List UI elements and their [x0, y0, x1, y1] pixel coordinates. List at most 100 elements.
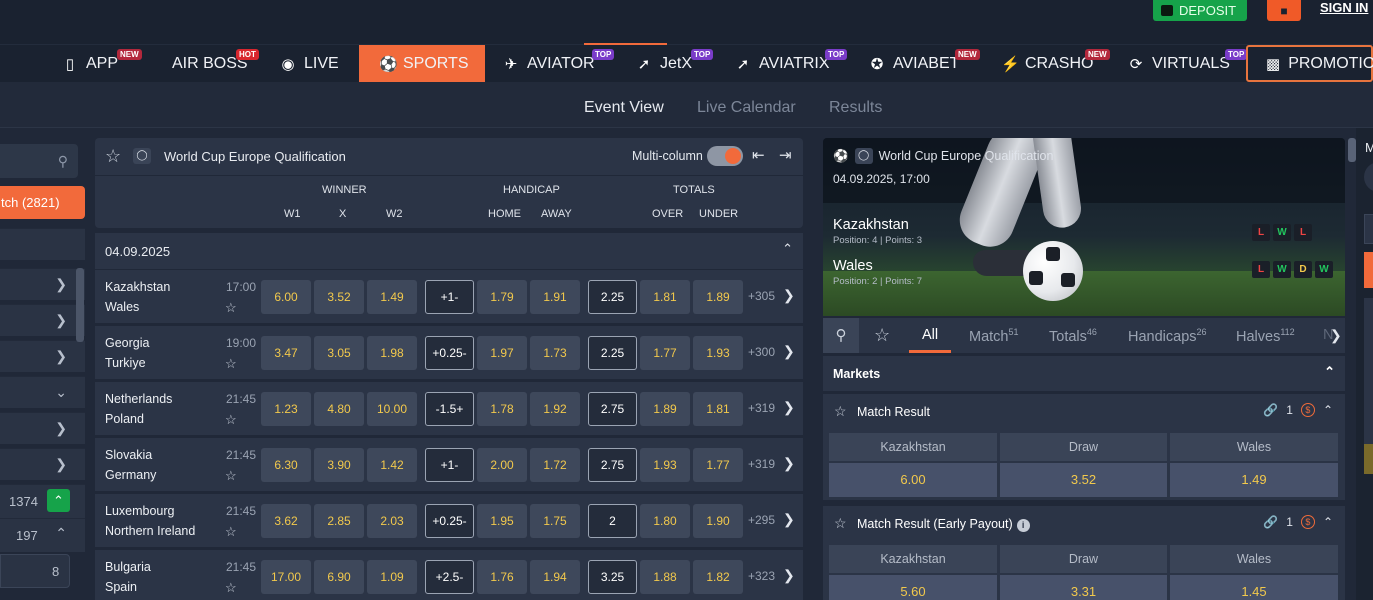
odds-button-home[interactable]: 2.00 [477, 448, 527, 482]
nav-item-aviabet[interactable]: ✪ AVIABET NEW [869, 45, 980, 82]
more-markets-count[interactable]: +319 [748, 401, 775, 415]
odds-button-w1[interactable]: 17.00 [261, 560, 311, 594]
sidebar-match-filter[interactable]: tch (2821) [0, 186, 85, 219]
odds-button-under[interactable]: 1.90 [693, 504, 743, 538]
star-icon[interactable]: ☆ [834, 403, 847, 420]
more-markets-count[interactable]: +323 [748, 569, 775, 583]
gift-button[interactable]: ■ [1267, 0, 1301, 21]
odds-button-home[interactable]: 1.79 [477, 280, 527, 314]
odds-button[interactable]: 3.52 [1000, 463, 1167, 497]
odds-button-home[interactable]: 1.95 [477, 504, 527, 538]
favorite-star-icon[interactable]: ☆ [225, 412, 237, 428]
odds-button-w2[interactable]: 1.42 [367, 448, 417, 482]
nav-item-sports[interactable]: ⚽ SPORTS [359, 45, 485, 82]
chevron-up-icon[interactable]: ⌃ [1323, 403, 1333, 417]
sidebar-item[interactable]: 197 ⌃ [0, 518, 85, 552]
odds-button-x[interactable]: 3.05 [314, 336, 364, 370]
market-tab-match[interactable]: Match51 [969, 327, 1019, 345]
link-icon[interactable]: 🔗 [1263, 515, 1278, 529]
more-markets-count[interactable]: +300 [748, 345, 775, 359]
odds-button-home[interactable]: 1.78 [477, 392, 527, 426]
nav-item-live[interactable]: ◉ LIVE [280, 45, 338, 82]
odds-button-under[interactable]: 1.77 [693, 448, 743, 482]
odds-button-under[interactable]: 1.81 [693, 392, 743, 426]
odds-button-w2[interactable]: 1.09 [367, 560, 417, 594]
info-icon[interactable]: i [1016, 519, 1030, 532]
more-markets-count[interactable]: +305 [748, 289, 775, 303]
collapse-list-icon[interactable]: ⇤ [752, 146, 765, 164]
odds-button-w1[interactable]: 3.47 [261, 336, 311, 370]
favorite-star-icon[interactable]: ☆ [225, 468, 237, 484]
match-row[interactable]: Luxembourg Northern Ireland 21:45 3.62 2.85 2… [95, 494, 803, 547]
odds-button-under[interactable]: 1.82 [693, 560, 743, 594]
expand-list-icon[interactable]: ⇥ [779, 146, 792, 164]
odds-button-under[interactable]: 1.93 [693, 336, 743, 370]
chevron-up-icon[interactable]: ⌃ [47, 489, 70, 512]
odds-button-w1[interactable]: 6.30 [261, 448, 311, 482]
odds-button-over[interactable]: 1.89 [640, 392, 690, 426]
star-icon[interactable]: ☆ [834, 515, 847, 532]
market-tab-totals[interactable]: Totals46 [1049, 327, 1097, 345]
odds-button-x[interactable]: 3.52 [314, 280, 364, 314]
chevron-right-icon[interactable]: ❯ [783, 343, 795, 360]
nav-item-virtuals[interactable]: ⟳ VIRTUALS TOP [1128, 45, 1248, 82]
odds-button-x[interactable]: 2.85 [314, 504, 364, 538]
odds-button-over[interactable]: 1.81 [640, 280, 690, 314]
nav-item-app[interactable]: ▯ APP NEW [62, 45, 142, 82]
odds-button-x[interactable]: 3.90 [314, 448, 364, 482]
sidebar-item[interactable]: ❯ [0, 412, 85, 444]
tab-live-calendar[interactable]: Live Calendar [697, 99, 796, 117]
odds-button-x[interactable]: 4.80 [314, 392, 364, 426]
match-row[interactable]: Bulgaria Spain 21:45 17.00 6.90 1.09 +2.5- 1.76… [95, 550, 803, 600]
nav-item-promotions[interactable]: ▩ PROMOTIO [1246, 45, 1373, 82]
odds-button-w1[interactable]: 1.23 [261, 392, 311, 426]
odds-button-under[interactable]: 1.89 [693, 280, 743, 314]
odds-button-w2[interactable]: 2.03 [367, 504, 417, 538]
sidebar-search-input[interactable]: ⚲ [0, 144, 78, 178]
tab-event-view[interactable]: Event View [584, 99, 664, 117]
sidebar-sub-item[interactable]: 8 [0, 554, 70, 588]
chevron-right-icon[interactable]: ❯ [783, 455, 795, 472]
market-tab-halves[interactable]: Halves112 [1236, 327, 1295, 345]
chevron-up-icon[interactable]: ⌃ [1323, 515, 1333, 529]
sidebar-item[interactable]: ❯ [0, 304, 85, 336]
match-row[interactable]: Georgia Turkiye 19:00 3.47 3.05 1.98 +0.25- 1.9… [95, 326, 803, 379]
favorite-star-icon[interactable]: ☆ [225, 300, 237, 316]
odds-button-away[interactable]: 1.91 [530, 280, 580, 314]
odds-button-w1[interactable]: 6.00 [261, 280, 311, 314]
sidebar-item[interactable]: ❯ [0, 448, 85, 480]
more-markets-count[interactable]: +295 [748, 513, 775, 527]
multicolumn-toggle[interactable] [707, 146, 743, 166]
odds-button-away[interactable]: 1.72 [530, 448, 580, 482]
odds-button-away[interactable]: 1.75 [530, 504, 580, 538]
sidebar-item[interactable]: 1374 [0, 484, 85, 518]
nav-item-jetx[interactable]: ➚ JetX TOP [636, 45, 714, 82]
odds-button-w1[interactable]: 3.62 [261, 504, 311, 538]
odds-button[interactable]: 6.00 [829, 463, 997, 497]
favorite-star-icon[interactable]: ☆ [225, 524, 237, 540]
sidebar-item[interactable]: ❯ [0, 340, 85, 372]
odds-button-over[interactable]: 1.77 [640, 336, 690, 370]
chevron-right-icon[interactable]: ❯ [783, 511, 795, 528]
odds-button-x[interactable]: 6.90 [314, 560, 364, 594]
odds-button-w2[interactable]: 10.00 [367, 392, 417, 426]
chevron-right-icon[interactable]: ❯ [783, 399, 795, 416]
odds-button-over[interactable]: 1.93 [640, 448, 690, 482]
nav-item-aviatrix[interactable]: ➚ AVIATRIX TOP [735, 45, 848, 82]
nav-item-air-boss[interactable]: AIR BOSS HOT [172, 45, 259, 82]
match-row[interactable]: Kazakhstan Wales 17:00 6.00 3.52 1.49 +1- 1.79 1… [95, 270, 803, 323]
more-markets-count[interactable]: +319 [748, 457, 775, 471]
odds-button-away[interactable]: 1.94 [530, 560, 580, 594]
sidebar-item[interactable]: ⌄ [0, 376, 85, 408]
tab-results[interactable]: Results [829, 99, 882, 117]
odds-button-w2[interactable]: 1.49 [367, 280, 417, 314]
odds-button[interactable]: 3.31 [1000, 575, 1167, 600]
odds-button-home[interactable]: 1.76 [477, 560, 527, 594]
chevron-right-icon[interactable]: ❯ [783, 287, 795, 304]
sign-in-link[interactable]: SIGN IN [1320, 0, 1368, 15]
odds-button-over[interactable]: 1.80 [640, 504, 690, 538]
odds-button[interactable]: 1.49 [1170, 463, 1338, 497]
search-icon[interactable]: ⚲ [823, 318, 859, 353]
deposit-button[interactable]: DEPOSIT [1153, 0, 1247, 21]
odds-button-away[interactable]: 1.73 [530, 336, 580, 370]
